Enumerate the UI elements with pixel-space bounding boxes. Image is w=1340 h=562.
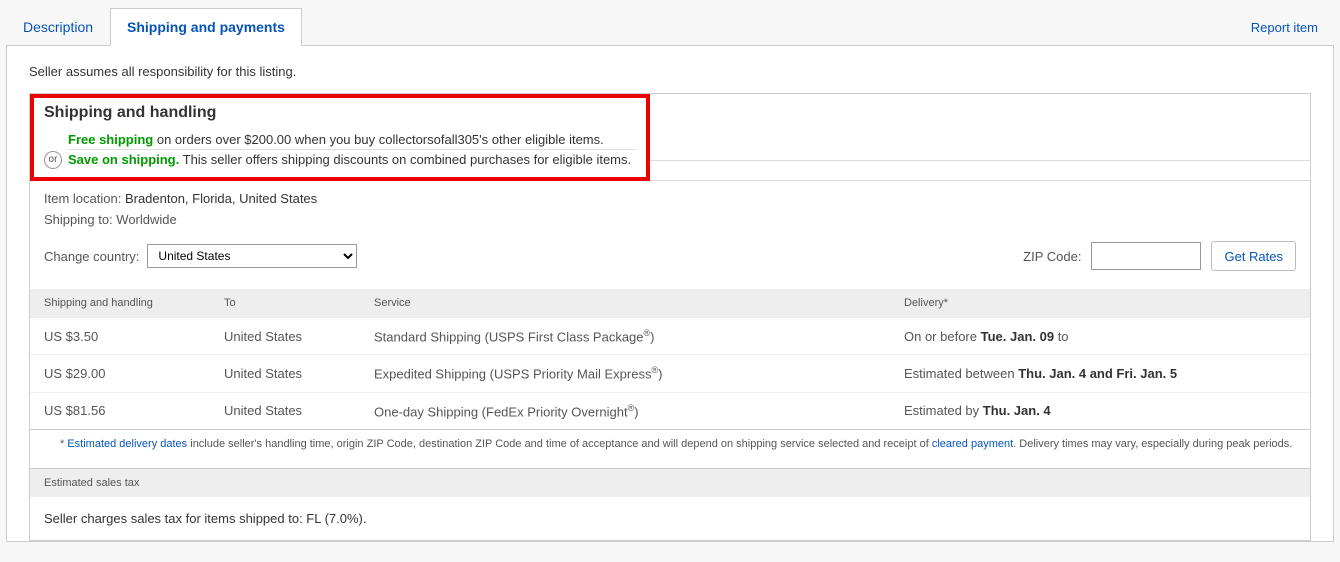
promo-right-filler bbox=[650, 94, 1310, 181]
cell-price: US $29.00 bbox=[30, 355, 210, 392]
shipping-handling-title: Shipping and handling bbox=[44, 104, 636, 122]
footnote-mid: include seller's handling time, origin Z… bbox=[187, 438, 932, 450]
table-row: US $3.50United StatesStandard Shipping (… bbox=[30, 318, 1310, 355]
item-location-label: Item location: bbox=[44, 191, 125, 206]
report-item-link[interactable]: Report item bbox=[1235, 10, 1334, 45]
shipping-to: Shipping to: Worldwide bbox=[44, 212, 1296, 227]
cell-delivery: Estimated between Thu. Jan. 4 and Fri. J… bbox=[890, 355, 1310, 392]
footnote-cleared-payment-link[interactable]: cleared payment bbox=[932, 438, 1013, 450]
tab-shipping-payments[interactable]: Shipping and payments bbox=[110, 8, 302, 46]
cell-service: One-day Shipping (FedEx Priority Overnig… bbox=[360, 392, 890, 429]
cell-delivery: Estimated by Thu. Jan. 4 bbox=[890, 392, 1310, 429]
shipping-to-label: Shipping to: bbox=[44, 212, 116, 227]
col-header-to: To bbox=[210, 289, 360, 318]
shipping-rates-table: Shipping and handling To Service Deliver… bbox=[30, 289, 1310, 429]
cell-to: United States bbox=[210, 392, 360, 429]
responsibility-text: Seller assumes all responsibility for th… bbox=[29, 64, 1311, 79]
cell-service: Standard Shipping (USPS First Class Pack… bbox=[360, 318, 890, 355]
cell-delivery: On or before Tue. Jan. 09 to bbox=[890, 318, 1310, 355]
estimated-sales-tax-body: Seller charges sales tax for items shipp… bbox=[30, 497, 1310, 540]
shipping-handling-highlight: Shipping and handling or Free shipping o… bbox=[30, 94, 650, 181]
zip-code-label: ZIP Code: bbox=[1023, 249, 1081, 264]
country-select[interactable]: United States bbox=[147, 244, 357, 268]
get-rates-button[interactable]: Get Rates bbox=[1211, 241, 1296, 271]
shipping-box: Shipping and handling or Free shipping o… bbox=[29, 93, 1311, 541]
promo-free-shipping-rest: on orders over $200.00 when you buy coll… bbox=[153, 132, 604, 147]
cell-price: US $81.56 bbox=[30, 392, 210, 429]
tabs-row: Description Shipping and payments Report… bbox=[6, 0, 1334, 46]
change-country-label: Change country: bbox=[44, 249, 139, 264]
promo-save-shipping-strong: Save on shipping. bbox=[68, 152, 179, 167]
or-badge: or bbox=[44, 151, 62, 169]
zip-code-input[interactable] bbox=[1091, 242, 1201, 270]
promo-free-shipping-strong: Free shipping bbox=[68, 132, 153, 147]
table-row: US $29.00United StatesExpedited Shipping… bbox=[30, 355, 1310, 392]
promo-save-shipping: Save on shipping. This seller offers shi… bbox=[68, 150, 636, 169]
col-header-shipping: Shipping and handling bbox=[30, 289, 210, 318]
col-header-delivery: Delivery* bbox=[890, 289, 1310, 318]
shipping-to-value: Worldwide bbox=[116, 212, 176, 227]
table-row: US $81.56United StatesOne-day Shipping (… bbox=[30, 392, 1310, 429]
cell-to: United States bbox=[210, 355, 360, 392]
promo-free-shipping: Free shipping on orders over $200.00 whe… bbox=[68, 130, 636, 150]
footnote-estimated-dates-link[interactable]: Estimated delivery dates bbox=[67, 438, 187, 450]
promo-save-shipping-rest: This seller offers shipping discounts on… bbox=[179, 152, 631, 167]
col-header-service: Service bbox=[360, 289, 890, 318]
item-location-value: Bradenton, Florida, United States bbox=[125, 191, 317, 206]
estimated-sales-tax-header: Estimated sales tax bbox=[30, 468, 1310, 497]
footnote-end: . Delivery times may vary, especially du… bbox=[1013, 438, 1292, 450]
item-location: Item location: Bradenton, Florida, Unite… bbox=[44, 191, 1296, 206]
delivery-footnote: * Estimated delivery dates include selle… bbox=[30, 429, 1310, 469]
cell-service: Expedited Shipping (USPS Priority Mail E… bbox=[360, 355, 890, 392]
tab-description[interactable]: Description bbox=[6, 8, 110, 45]
cell-price: US $3.50 bbox=[30, 318, 210, 355]
content-panel: Seller assumes all responsibility for th… bbox=[6, 46, 1334, 542]
cell-to: United States bbox=[210, 318, 360, 355]
